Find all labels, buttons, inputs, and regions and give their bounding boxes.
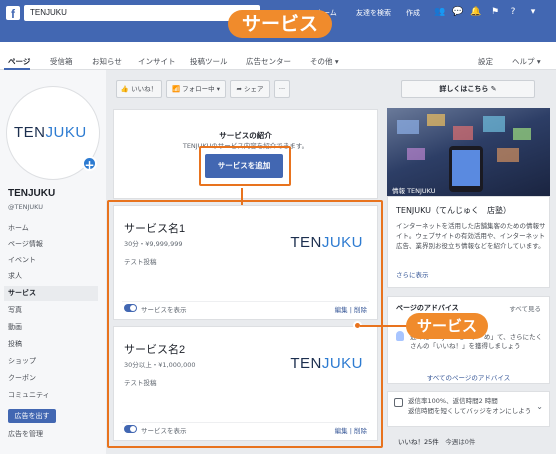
service-card: サービス名2 30分以上・¥1,000,000 テスト投稿 TENJUKU サー…: [113, 326, 378, 441]
services-banner: サービス: [228, 10, 332, 38]
hero-illustration: [397, 114, 531, 192]
like-button[interactable]: 👍 いいね！: [116, 80, 162, 98]
service-name: サービス名2: [124, 344, 186, 356]
tab-inbox[interactable]: 受信箱: [50, 56, 73, 67]
hero-label: 情報 TENJUKU: [392, 187, 436, 195]
follow-button[interactable]: 📶 フォロー中 ▾: [166, 80, 226, 98]
callout-line: [360, 325, 408, 327]
service-actions: 編集 | 削除: [334, 427, 367, 435]
facebook-logo-icon[interactable]: f: [6, 6, 20, 21]
manage-ads-link[interactable]: 広告を管理: [8, 429, 43, 439]
service-footer: サービスを表示 編集 | 削除: [122, 301, 369, 314]
sidebar-item-page-info[interactable]: ページ情報: [8, 237, 102, 252]
service-actions: 編集 | 削除: [334, 306, 367, 314]
toggle-label: サービスを表示: [141, 427, 187, 435]
tab-page[interactable]: ページ: [8, 56, 30, 67]
lightbulb-icon: [396, 331, 404, 341]
page-tabs: ページ 受信箱 お知らせ インサイト 投稿ツール 広告センター その他 ▾ 設定…: [0, 42, 556, 70]
page-advice-card: ページのアドバイス すべて見る 近くにTENJUKUを「い め」て、さらにたくさ…: [387, 296, 550, 384]
logo-ten: TEN: [290, 234, 322, 251]
like-count: いいね！25件: [398, 438, 439, 446]
tab-ad-center[interactable]: 広告センター: [246, 56, 291, 67]
add-service-button[interactable]: サービスを追加: [205, 154, 283, 178]
service-description: テスト投稿: [124, 379, 157, 387]
service-logo: TENJUKU: [290, 234, 363, 251]
page-info-card: TENJUKU（てんじゅく 店塾） インターネットを活用した店舗集客のための情報…: [387, 196, 550, 288]
help-icon[interactable]: ?: [508, 7, 518, 17]
info-title: TENJUKU（てんじゅく 店塾）: [396, 206, 512, 215]
search-input[interactable]: TENJUKU: [24, 5, 260, 21]
response-rate: 返信率100%、返信時間2 時間: [408, 397, 498, 405]
response-hint: 返信時間を短くしてバッジをオンにしよう: [408, 407, 532, 415]
sidebar-item-services[interactable]: サービス: [4, 286, 98, 301]
notifications-icon[interactable]: 🔔: [470, 7, 481, 17]
message-icon: [394, 398, 403, 407]
pages-icon[interactable]: ⚑: [490, 7, 500, 17]
show-service-toggle[interactable]: [124, 304, 137, 312]
delete-link[interactable]: 削除: [354, 306, 367, 314]
sidebar-item-shop[interactable]: ショップ: [8, 354, 102, 369]
service-description: テスト投稿: [124, 258, 157, 266]
profile-logo: TENJUKU: [14, 124, 87, 141]
edit-link[interactable]: 編集: [335, 427, 348, 435]
more-button[interactable]: ···: [274, 80, 290, 98]
service-price: 30分以上・¥1,000,000: [124, 361, 196, 369]
sidebar-item-coupons[interactable]: クーポン: [8, 371, 102, 386]
service-name: サービス名1: [124, 223, 186, 235]
service-footer: サービスを表示 編集 | 削除: [122, 422, 369, 435]
tab-settings[interactable]: 設定: [478, 56, 493, 67]
tab-notifications[interactable]: お知らせ: [92, 56, 122, 67]
tab-more[interactable]: その他 ▾: [310, 56, 339, 67]
like-week: 今週は0件: [445, 438, 476, 446]
friends-icon[interactable]: 👥: [434, 7, 445, 17]
tab-publishing-tools[interactable]: 投稿ツール: [190, 56, 228, 67]
messenger-icon[interactable]: 💬: [452, 7, 463, 17]
promote-button[interactable]: 広告を出す: [8, 409, 56, 423]
logo-juku: JUKU: [321, 355, 363, 372]
create-link[interactable]: 作成: [406, 8, 420, 18]
sidebar-item-events[interactable]: イベント: [8, 253, 102, 268]
tab-help[interactable]: ヘルプ ▾: [512, 56, 541, 67]
chevron-down-icon[interactable]: ⌄: [536, 402, 543, 411]
share-button[interactable]: ➦ シェア: [230, 80, 270, 98]
show-service-toggle[interactable]: [124, 425, 137, 433]
service-logo: TENJUKU: [290, 355, 363, 372]
page-handle[interactable]: @TENJUKU: [8, 203, 43, 211]
sidebar-item-jobs[interactable]: 求人: [8, 269, 102, 284]
response-rate-card[interactable]: 返信率100%、返信時間2 時間 返信時間を短くしてバッジをオンにしよう ⌄: [387, 391, 550, 427]
service-card: サービス名1 30分・¥9,999,999 テスト投稿 TENJUKU サービス…: [113, 205, 378, 320]
like-summary: いいね！25件 今週は0件: [398, 436, 475, 446]
sidebar-item-videos[interactable]: 動画: [8, 320, 102, 335]
toggle-label: サービスを表示: [141, 306, 187, 314]
edit-link[interactable]: 編集: [335, 306, 348, 314]
sidebar-item-home[interactable]: ホーム: [8, 221, 102, 236]
tab-insights[interactable]: インサイト: [138, 56, 176, 67]
dropdown-icon[interactable]: ▾: [528, 7, 538, 17]
learn-more-button[interactable]: 詳しくはこちら ✎: [401, 80, 535, 98]
advice-heading: ページのアドバイス: [396, 304, 459, 312]
service-price: 30分・¥9,999,999: [124, 240, 183, 248]
find-friends-link[interactable]: 友達を検索: [356, 8, 391, 18]
logo-juku: JUKU: [321, 234, 363, 251]
logo-juku: JUKU: [45, 124, 87, 141]
sidebar-item-photos[interactable]: 写真: [8, 303, 102, 318]
services-callout: サービス: [406, 313, 488, 339]
see-more-link[interactable]: さらに表示: [396, 269, 429, 279]
facebook-page-services: f TENJUKU ホーム 友達を検索 作成 👥 💬 🔔 ⚑ ? ▾ サービス …: [0, 0, 556, 454]
delete-link[interactable]: 削除: [354, 427, 367, 435]
sidebar-item-community[interactable]: コミュニティ: [8, 388, 102, 403]
see-all-link[interactable]: すべて見る: [509, 303, 541, 313]
search-value: TENJUKU: [30, 8, 67, 17]
logo-ten: TEN: [14, 124, 46, 141]
all-advice-link[interactable]: すべてのページのアドバイス: [388, 372, 549, 382]
sidebar-item-posts[interactable]: 投稿: [8, 337, 102, 352]
plus-icon[interactable]: +: [82, 156, 97, 172]
response-text: 返信率100%、返信時間2 時間 返信時間を短くしてバッジをオンにしよう: [408, 396, 531, 416]
page-name: TENJUKU: [8, 188, 56, 199]
info-body: インターネットを活用した店舗集客のための情報サイト。ウェブサイトの有効活用や、イ…: [396, 222, 546, 250]
hero-image[interactable]: [387, 108, 550, 196]
logo-ten: TEN: [290, 355, 322, 372]
